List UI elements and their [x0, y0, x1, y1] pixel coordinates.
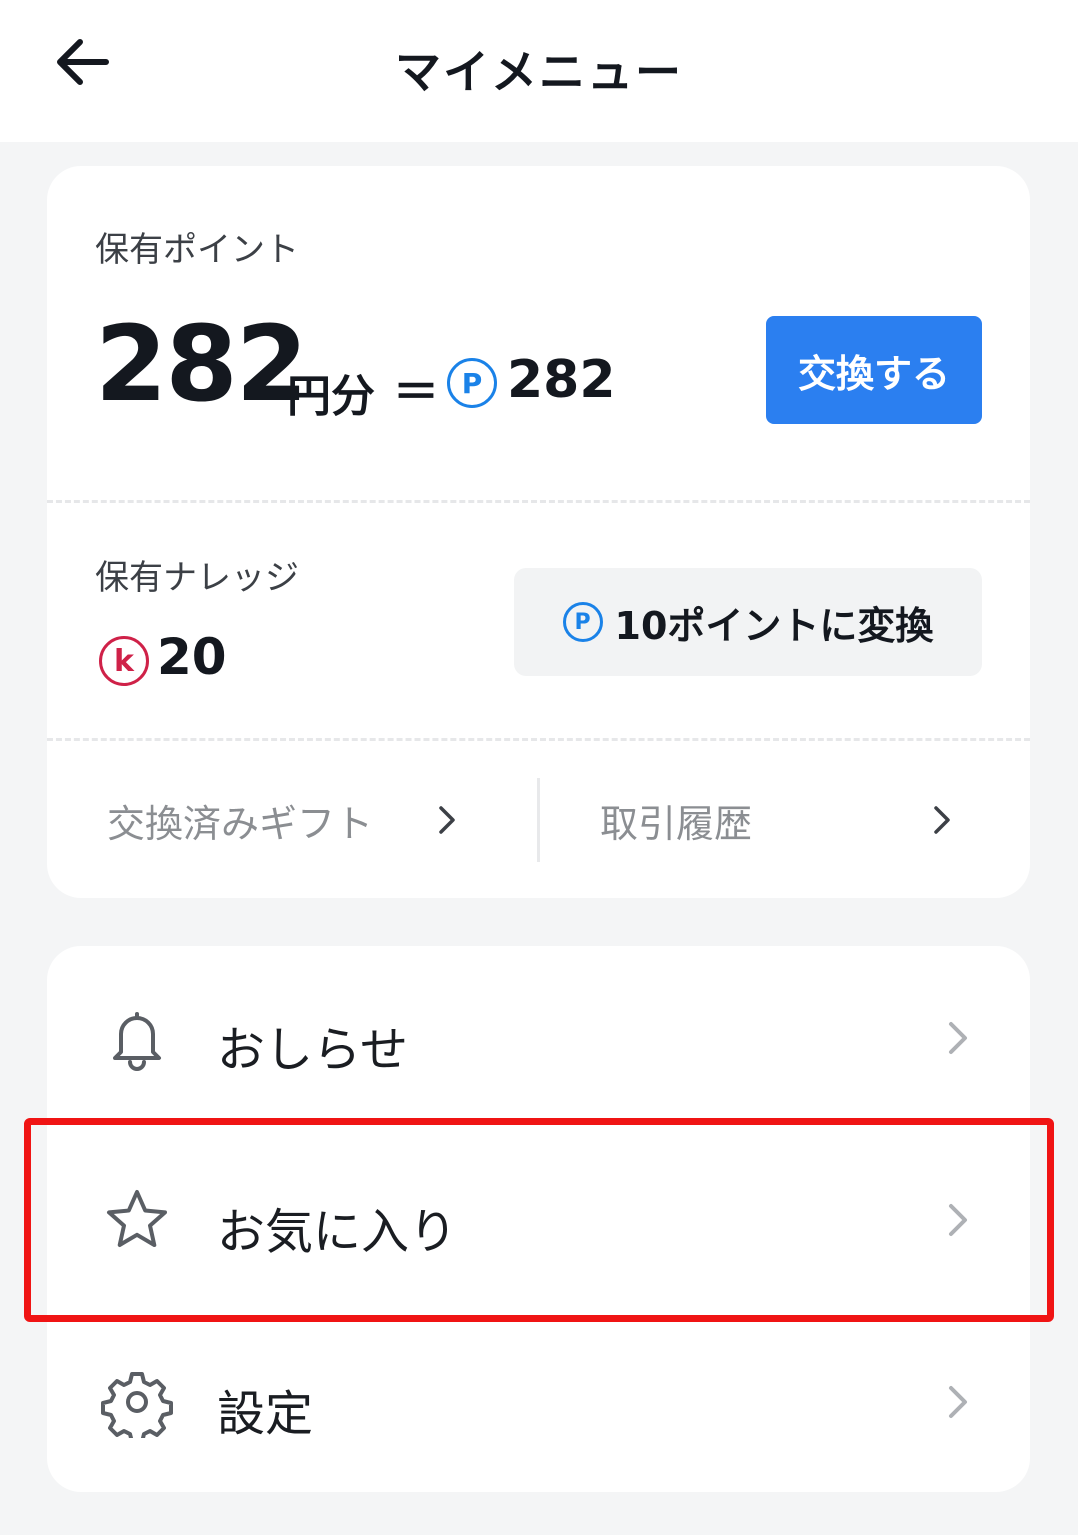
page-title: マイメニュー	[395, 45, 683, 99]
exchanged-gifts-link[interactable]: 交換済みギフト	[107, 778, 507, 862]
menu-item-favorites[interactable]: お気に入り	[47, 1130, 1030, 1312]
chevron-right-icon	[934, 806, 950, 834]
equals-sign: ＝	[393, 365, 439, 419]
transaction-history-label: 取引履歴	[600, 801, 753, 846]
chevron-right-icon	[949, 1204, 967, 1236]
convert-button-label: 10ポイントに変換	[614, 603, 934, 648]
points-label: 保有ポイント	[95, 230, 299, 270]
menu-list: おしらせ お気に入り 設定	[47, 946, 1030, 1492]
chevron-right-icon	[949, 1386, 967, 1418]
menu-item-label: おしらせ	[217, 1022, 409, 1078]
points-amount: 282	[95, 303, 308, 425]
knowledge-icon: k	[99, 636, 149, 686]
knowledge-label: 保有ナレッジ	[95, 558, 299, 598]
menu-item-settings[interactable]: 設定	[47, 1312, 1030, 1492]
menu-item-label: 設定	[217, 1386, 314, 1442]
points-unit: 円分	[287, 371, 375, 422]
points-card: 保有ポイント 282 円分 ＝ P 282 交換する 保有ナレッジ k 20 P…	[47, 166, 1030, 898]
exchanged-gifts-label: 交換済みギフト	[107, 801, 374, 846]
point-icon: P	[447, 358, 497, 408]
vertical-divider	[537, 778, 540, 862]
bell-icon	[113, 1012, 161, 1071]
divider	[47, 738, 1030, 741]
app-header: マイメニュー	[0, 0, 1078, 142]
menu-item-notifications[interactable]: おしらせ	[47, 948, 1030, 1130]
chevron-right-icon	[949, 1022, 967, 1054]
point-icon: P	[562, 602, 603, 642]
knowledge-value: 20	[157, 628, 227, 686]
menu-item-label: お気に入り	[217, 1204, 458, 1260]
chevron-right-icon	[439, 806, 455, 834]
star-icon	[107, 1190, 167, 1247]
gear-icon	[101, 1372, 173, 1438]
transaction-history-link[interactable]: 取引履歴	[600, 778, 980, 862]
point-value: 282	[507, 350, 616, 410]
convert-button[interactable]: P 10ポイントに変換	[514, 568, 982, 676]
exchange-button[interactable]: 交換する	[766, 316, 982, 424]
divider	[47, 500, 1030, 503]
